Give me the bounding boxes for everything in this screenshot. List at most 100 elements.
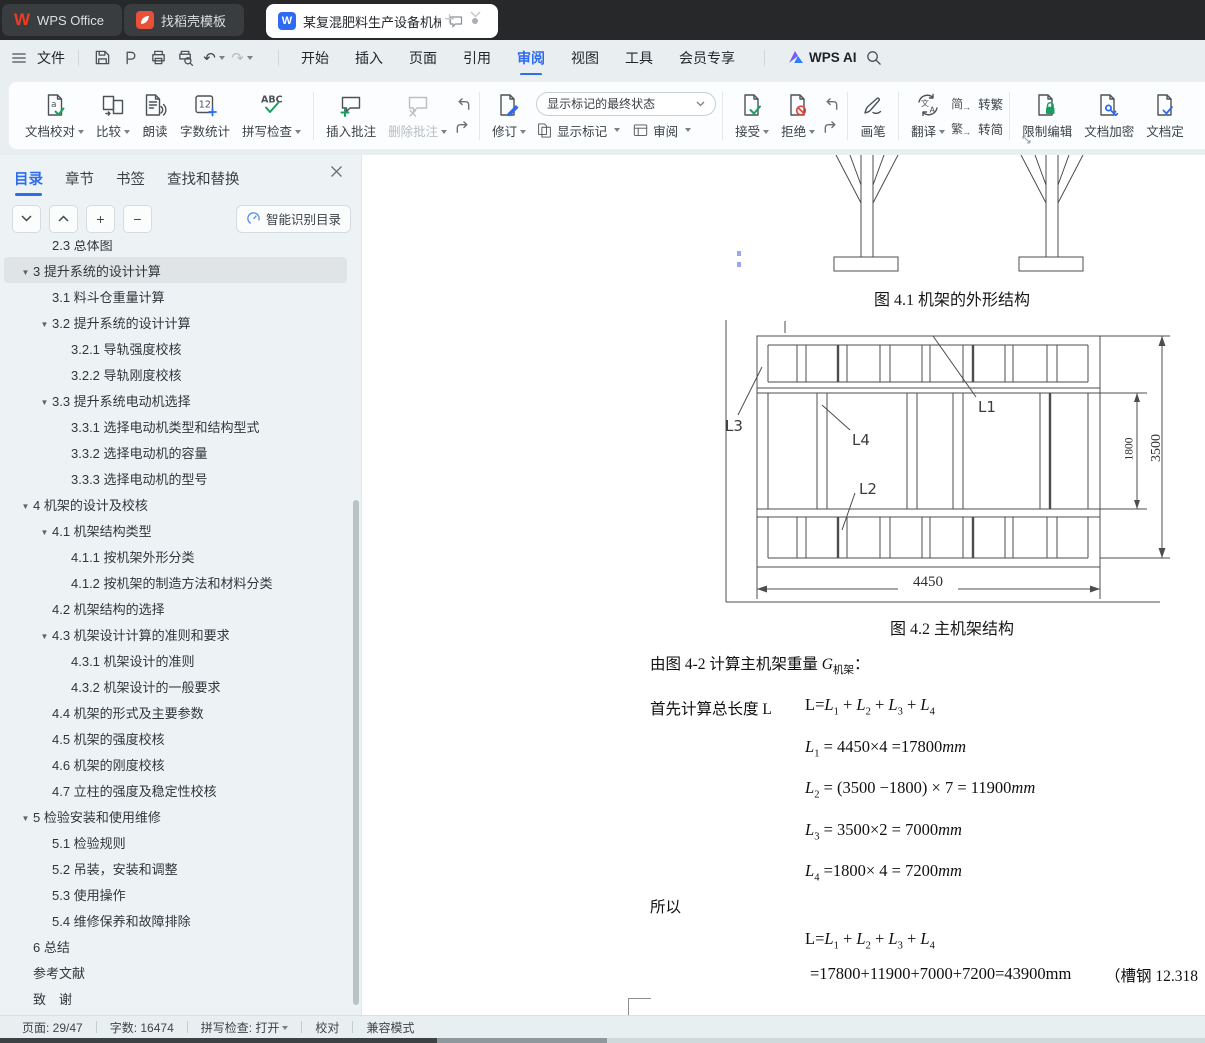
compare-button[interactable]: 比较 <box>90 87 136 145</box>
next-change-icon[interactable] <box>821 119 841 136</box>
collapse-arrow-icon[interactable] <box>18 497 33 512</box>
redo-icon[interactable]: ↷ <box>231 47 253 69</box>
outline-item[interactable]: 4.3.2 机架设计的一般要求 <box>4 673 347 699</box>
menu-reference[interactable]: 引用 <box>463 48 491 68</box>
zoom-in-outline-button[interactable]: + <box>86 204 115 233</box>
outline-item[interactable]: 4.4 机架的形式及主要参数 <box>4 699 347 725</box>
spell-check-button[interactable]: ABC 拼写检查 <box>236 87 307 145</box>
reject-button[interactable]: 拒绝 <box>775 87 821 145</box>
outline-item[interactable]: 6 总结 <box>4 933 347 959</box>
menu-tools[interactable]: 工具 <box>625 48 653 68</box>
sidebar-scrollbar[interactable] <box>353 500 359 1005</box>
print-icon[interactable] <box>147 47 169 69</box>
outline-item[interactable]: 4.3.1 机架设计的准则 <box>4 647 347 673</box>
menu-view[interactable]: 视图 <box>571 48 599 68</box>
insert-comment-button[interactable]: 插入批注 <box>320 87 382 145</box>
outline-item[interactable]: 4.6 机架的刚度校核 <box>4 751 347 777</box>
outline-item[interactable]: 3.2.2 导轨刚度校核 <box>4 361 347 387</box>
outline-item[interactable]: 3.2.1 导轨强度校核 <box>4 335 347 361</box>
outline-item[interactable]: 4.1 机架结构类型 <box>4 517 347 543</box>
outline-item[interactable]: 4.2 机架结构的选择 <box>4 595 347 621</box>
menu-file[interactable]: 文件 <box>37 48 65 68</box>
outline-item[interactable]: 3.2 提升系统的设计计算 <box>4 309 347 335</box>
outline-item[interactable]: 5.2 吊装，安装和调整 <box>4 855 347 881</box>
proofread-button[interactable]: 校对 <box>315 1019 339 1036</box>
word-count-indicator[interactable]: 字数: 16474 <box>110 1019 174 1036</box>
outline-item[interactable]: 4 机架的设计及校核 <box>4 491 347 517</box>
outline-item[interactable]: 3.3 提升系统电动机选择 <box>4 387 347 413</box>
track-changes-button[interactable]: 修订 <box>486 87 532 145</box>
encrypt-button[interactable]: 文档加密 <box>1078 87 1140 145</box>
tab-find-replace[interactable]: 查找和替换 <box>167 168 240 189</box>
smart-recognize-toc-button[interactable]: 智能识别目录 <box>235 204 351 233</box>
outline-item[interactable]: 3.3.2 选择电动机的容量 <box>4 439 347 465</box>
document-page[interactable]: 图 4.1 机架的外形结构 L3 L1 L4 L2 4450 1800 3500… <box>362 155 1205 1015</box>
collapse-arrow-icon[interactable] <box>18 263 33 278</box>
accept-button[interactable]: 接受 <box>729 87 775 145</box>
menu-insert[interactable]: 插入 <box>355 48 383 68</box>
outline-item[interactable]: 3.3.1 选择电动机类型和结构型式 <box>4 413 347 439</box>
review-pane-button[interactable]: 审阅 <box>632 121 692 140</box>
collapse-all-button[interactable] <box>49 204 78 233</box>
collapse-arrow-icon[interactable] <box>37 393 52 408</box>
wps-ai-button[interactable]: WPS AI <box>788 50 857 65</box>
outline-item[interactable]: 4.5 机架的强度校核 <box>4 725 347 751</box>
markup-state-select[interactable]: 显示标记的最终状态 <box>536 91 717 116</box>
expand-all-button[interactable] <box>12 204 41 233</box>
close-sidebar-icon[interactable] <box>330 165 343 178</box>
undo-icon[interactable]: ↶ <box>203 47 225 69</box>
outline-item[interactable]: 4.7 立柱的强度及稳定性校核 <box>4 777 347 803</box>
outline-item[interactable]: 致 谢 <box>4 985 347 1011</box>
tab-bookmarks[interactable]: 书签 <box>116 168 145 189</box>
to-traditional-button[interactable]: 简→ 转繁 <box>951 94 1003 113</box>
outline-item[interactable]: 5.1 检验规则 <box>4 829 347 855</box>
delete-comment-button[interactable]: 删除批注 <box>382 87 453 145</box>
collapse-arrow-icon[interactable] <box>18 809 33 824</box>
doc-proof-button[interactable]: a 文档校对 <box>19 87 90 145</box>
collapse-arrow-icon[interactable] <box>37 523 52 538</box>
output-icon[interactable] <box>119 47 141 69</box>
menu-member[interactable]: 会员专享 <box>679 48 735 68</box>
save-icon[interactable] <box>91 47 113 69</box>
word-count-button[interactable]: 12 字数统计 <box>174 87 236 145</box>
hamburger-menu-icon[interactable] <box>8 47 30 69</box>
menu-start[interactable]: 开始 <box>301 48 329 68</box>
translate-button[interactable]: 文A 翻译 <box>905 87 951 145</box>
to-simplified-button[interactable]: 繁→ 转简 <box>951 119 1003 138</box>
tab-docer[interactable]: 找稻壳模板 <box>124 4 244 36</box>
tab-chapters[interactable]: 章节 <box>65 168 94 189</box>
outline-item[interactable]: 5.3 使用操作 <box>4 881 347 907</box>
tab-document-active[interactable]: W 某复混肥料生产设备机械结构设 <box>266 4 498 38</box>
outline-item[interactable]: 3.3.3 选择电动机的型号 <box>4 465 347 491</box>
page-indicator[interactable]: 页面: 29/47 <box>22 1019 83 1036</box>
tab-list-chevron-icon[interactable] <box>470 11 481 18</box>
tab-contents[interactable]: 目录 <box>14 168 43 196</box>
spell-check-indicator[interactable]: 拼写检查: 打开 <box>201 1019 289 1036</box>
outline-item[interactable]: 2.3 总体图 <box>4 240 347 257</box>
menu-page[interactable]: 页面 <box>409 48 437 68</box>
outline-item[interactable]: 4.1.1 按机架外形分类 <box>4 543 347 569</box>
outline-item[interactable]: 参考文献 <box>4 959 347 985</box>
zoom-out-outline-button[interactable]: − <box>123 204 152 233</box>
new-tab-button[interactable]: + <box>444 8 455 32</box>
collapse-arrow-icon[interactable] <box>37 315 52 330</box>
outline-item[interactable]: 3 提升系统的设计计算 <box>4 257 347 283</box>
outline-item[interactable]: 4.1.2 按机架的制造方法和材料分类 <box>4 569 347 595</box>
collapse-arrow-icon[interactable] <box>37 627 52 642</box>
tab-wps-home[interactable]: W WPS Office <box>2 4 122 36</box>
next-comment-icon[interactable] <box>453 119 473 136</box>
outline-item[interactable]: 3.1 料斗仓重量计算 <box>4 283 347 309</box>
outline-item[interactable]: 5 检验安装和使用维修 <box>4 803 347 829</box>
brush-button[interactable]: 画笔 <box>854 87 892 145</box>
dialog-launcher-icon[interactable] <box>1022 135 1031 144</box>
menu-review[interactable]: 审阅 <box>517 48 545 76</box>
previous-change-icon[interactable] <box>821 96 841 113</box>
finalize-button[interactable]: 文档定 <box>1140 87 1190 145</box>
outline-item[interactable]: 4.3 机架设计计算的准则和要求 <box>4 621 347 647</box>
previous-comment-icon[interactable] <box>453 96 473 113</box>
search-icon[interactable] <box>863 47 885 69</box>
outline-item[interactable]: 5.4 维修保养和故障排除 <box>4 907 347 933</box>
show-markup-button[interactable]: 显示标记 <box>536 121 621 140</box>
read-aloud-button[interactable]: 朗读 <box>136 87 174 145</box>
print-preview-icon[interactable] <box>175 47 197 69</box>
